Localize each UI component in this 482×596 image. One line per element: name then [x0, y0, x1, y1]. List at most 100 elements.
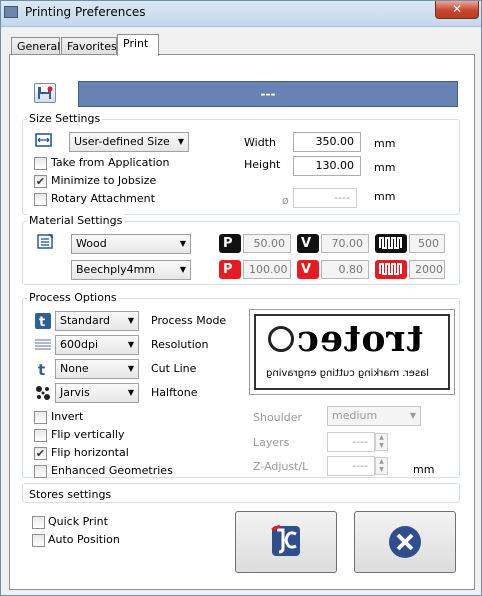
- chevron-down-icon: ▼: [179, 239, 186, 248]
- process-mode-select[interactable]: Standard ▼: [55, 311, 139, 331]
- chevron-down-icon: ▼: [127, 316, 134, 325]
- page-size-select[interactable]: User-defined Size ▼: [69, 132, 189, 152]
- shoulder-select[interactable]: medium ▼: [327, 406, 421, 426]
- frequency-badge-icon: [375, 234, 407, 253]
- height-unit: mm: [374, 161, 396, 174]
- window-title: Printing Preferences: [25, 5, 146, 19]
- frequency-badge-red-icon: [375, 260, 407, 279]
- z-adjust-spinner[interactable]: ▲ ▼: [375, 457, 388, 475]
- frequency-value[interactable]: 500: [409, 234, 445, 253]
- minimize-to-jobsize-label: Minimize to Jobsize: [51, 174, 157, 187]
- page-size-value: User-defined Size: [74, 135, 170, 148]
- take-from-application-label: Take from Application: [51, 156, 170, 169]
- auto-position-checkbox[interactable]: [32, 534, 45, 547]
- invert-checkbox[interactable]: [34, 411, 47, 424]
- shoulder-label: Shoulder: [253, 411, 302, 424]
- cut-line-value: None: [60, 362, 89, 375]
- enhanced-geometries-checkbox[interactable]: [34, 465, 47, 478]
- quick-print-checkbox[interactable]: [32, 516, 45, 529]
- material-settings-title: Material Settings: [27, 214, 125, 227]
- halftone-value: Jarvis: [60, 386, 90, 399]
- chevron-down-icon: ▼: [127, 340, 134, 349]
- auto-position-label: Auto Position: [48, 533, 120, 546]
- header-status-bar: ---: [78, 81, 458, 107]
- print-tab-panel: --- Size Settings User-defined Size ▼ Ta…: [9, 54, 475, 590]
- velocity-badge-icon: V: [297, 234, 319, 253]
- process-mode-value: Standard: [60, 314, 111, 327]
- resolution-select[interactable]: 600dpi ▼: [55, 335, 139, 355]
- jobcontrol-button[interactable]: [235, 511, 337, 573]
- process-mode-label: Process Mode: [151, 314, 227, 327]
- title-bar: Printing Preferences ✕: [1, 1, 481, 27]
- layers-label: Layers: [253, 436, 290, 449]
- layers-input[interactable]: ----: [327, 432, 375, 452]
- diameter-unit: mm: [374, 190, 396, 203]
- rotary-attachment-label: Rotary Attachment: [51, 192, 155, 205]
- process-options-title: Process Options: [27, 291, 119, 304]
- tab-print[interactable]: Print: [117, 34, 159, 56]
- width-label: Width: [244, 136, 276, 149]
- window-close-button[interactable]: ✕: [435, 1, 479, 19]
- tab-general[interactable]: General: [11, 37, 60, 55]
- power-value[interactable]: 50.00: [243, 234, 291, 253]
- halftone-select[interactable]: Jarvis ▼: [55, 383, 139, 403]
- height-label: Height: [244, 158, 281, 171]
- cut-line-label: Cut Line: [151, 362, 197, 375]
- power-badge-red-icon: P: [219, 260, 241, 279]
- printing-preferences-window: Printing Preferences ✕ General Favorites…: [0, 0, 482, 596]
- process-mode-icon: t: [33, 311, 55, 331]
- svg-text:t: t: [38, 361, 45, 379]
- z-adjust-label: Z-Adjust/L: [253, 460, 309, 473]
- trotec-logo-mark: [268, 326, 294, 352]
- submaterial-select[interactable]: Beechply4mm ▼: [71, 260, 191, 280]
- chevron-down-icon: ▼: [127, 364, 134, 373]
- cut-line-select[interactable]: None ▼: [55, 359, 139, 379]
- diameter-input[interactable]: ----: [293, 188, 357, 208]
- stores-settings-title: Stores settings: [29, 488, 112, 501]
- rotary-attachment-checkbox[interactable]: [34, 193, 47, 206]
- width-unit: mm: [374, 137, 396, 150]
- flip-vertically-label: Flip vertically: [51, 428, 125, 441]
- diameter-symbol: ø: [282, 194, 289, 207]
- frequency-value-2[interactable]: 2000: [409, 260, 445, 279]
- preview-image: trotec laser. marking cutting engraving: [254, 314, 450, 390]
- shoulder-value: medium: [332, 409, 378, 422]
- resolution-value: 600dpi: [60, 338, 99, 351]
- velocity-value[interactable]: 70.00: [321, 234, 369, 253]
- resolution-icon: [33, 335, 55, 355]
- height-input[interactable]: 130.00: [293, 156, 361, 176]
- printer-icon: [4, 6, 18, 18]
- cancel-button[interactable]: [354, 511, 456, 573]
- chevron-down-icon: ▼: [409, 411, 416, 420]
- flip-vertically-checkbox[interactable]: [34, 429, 47, 442]
- cut-line-icon: t: [33, 359, 55, 379]
- material-settings-group: Material Settings Wood ▼ Beechply4mm ▼ P…: [22, 214, 460, 285]
- invert-label: Invert: [51, 410, 84, 423]
- save-settings-button[interactable]: [34, 83, 56, 103]
- z-adjust-unit: mm: [413, 463, 435, 476]
- size-settings-title: Size Settings: [27, 112, 103, 125]
- take-from-application-checkbox[interactable]: [34, 157, 47, 170]
- power-badge-icon: P: [219, 234, 241, 253]
- chevron-down-icon: ▼: [177, 137, 184, 146]
- velocity-badge-red-icon: V: [297, 260, 319, 279]
- material-select[interactable]: Wood ▼: [71, 234, 191, 254]
- floppy-icon: [38, 86, 53, 99]
- preview-tagline: laser. marking cutting engraving: [266, 368, 430, 379]
- width-input[interactable]: 350.00: [293, 132, 361, 152]
- minimize-to-jobsize-checkbox[interactable]: ✔: [34, 175, 47, 188]
- close-icon: [389, 526, 421, 558]
- process-options-group: Process Options t Standard ▼ Process Mod…: [22, 291, 460, 478]
- z-adjust-input[interactable]: ----: [327, 456, 375, 476]
- jobcontrol-icon: [271, 524, 300, 556]
- svg-text:t: t: [39, 315, 45, 330]
- velocity-value-2[interactable]: 0.80: [321, 260, 369, 279]
- halftone-label: Halftone: [151, 386, 198, 399]
- power-value-2[interactable]: 100.00: [243, 260, 291, 279]
- tab-favorites[interactable]: Favorites: [61, 37, 117, 55]
- flip-horizontal-label: Flip horizontal: [51, 446, 129, 459]
- layers-spinner[interactable]: ▲ ▼: [375, 433, 388, 451]
- size-settings-group: Size Settings User-defined Size ▼ Take f…: [22, 112, 460, 215]
- preview-frame: trotec laser. marking cutting engraving: [249, 309, 455, 395]
- flip-horizontal-checkbox[interactable]: ✔: [34, 447, 47, 460]
